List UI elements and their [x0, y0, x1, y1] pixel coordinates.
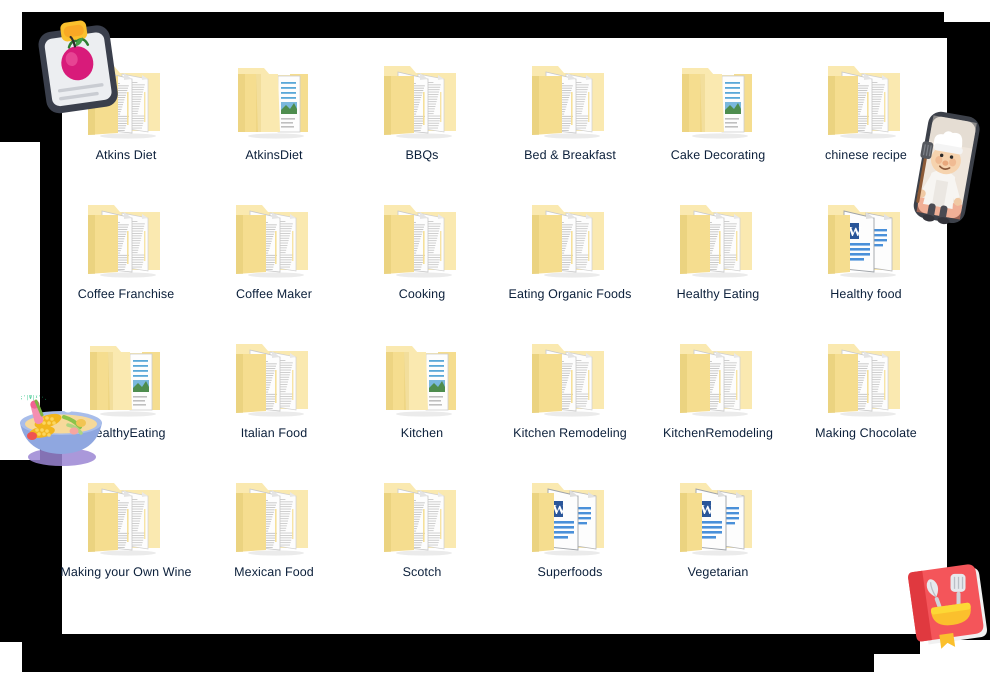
screenshot-stage: Atkins Diet AtkinsDiet — [0, 0, 999, 682]
folder-item[interactable]: Coffee Maker — [200, 183, 348, 323]
folder-papers-icon[interactable] — [818, 330, 914, 420]
folder-word-icon[interactable]: W — [522, 469, 618, 559]
folder-papers-icon[interactable] — [226, 191, 322, 281]
folder-label: KitchenRemodeling — [648, 426, 788, 441]
folder-label: Healthy Eating — [648, 287, 788, 302]
folder-label: Cooking — [352, 287, 492, 302]
folder-label: Scotch — [352, 565, 492, 580]
folder-label: Bed & Breakfast — [500, 148, 640, 163]
folder-item[interactable]: Italian Food — [200, 322, 348, 462]
folder-item[interactable]: Making your Own Wine — [52, 461, 200, 601]
folder-item[interactable]: Eating Organic Foods — [496, 183, 644, 323]
svg-text:W: W — [700, 503, 714, 518]
folder-preview-icon[interactable] — [374, 330, 470, 420]
folder-item[interactable]: Coffee Franchise — [52, 183, 200, 323]
folder-label: Coffee Maker — [204, 287, 344, 302]
folder-label: Atkins Diet — [56, 148, 196, 163]
chef-phone-sticker — [898, 105, 990, 237]
folder-item[interactable]: KitchenRemodeling — [644, 322, 792, 462]
folder-label: AtkinsDiet — [204, 148, 344, 163]
folder-item[interactable]: Kitchen Remodeling — [496, 322, 644, 462]
salad-bowl-sticker: ;'|Ψ|ˠ'·˛ — [8, 385, 112, 469]
folder-label: Mexican Food — [204, 565, 344, 580]
folder-label: Italian Food — [204, 426, 344, 441]
folder-papers-icon[interactable] — [78, 191, 174, 281]
folder-papers-icon[interactable] — [670, 330, 766, 420]
folder-papers-icon[interactable] — [226, 469, 322, 559]
clipboard-apple-sticker — [28, 16, 132, 120]
folder-papers-icon[interactable] — [374, 191, 470, 281]
folder-label: Kitchen Remodeling — [500, 426, 640, 441]
folder-item[interactable]: Cake Decorating — [644, 44, 792, 184]
folder-papers-icon[interactable] — [374, 469, 470, 559]
folder-item[interactable]: AtkinsDiet — [200, 44, 348, 184]
folder-label: Cake Decorating — [648, 148, 788, 163]
folder-label: BBQs — [352, 148, 492, 163]
folder-item[interactable]: Healthy Eating — [644, 183, 792, 323]
folder-label: Eating Organic Foods — [500, 287, 640, 302]
folder-item[interactable]: W Vegetarian — [644, 461, 792, 601]
folder-word-icon[interactable]: W — [670, 469, 766, 559]
folder-item[interactable]: Making Chocolate — [792, 322, 940, 462]
folder-papers-icon[interactable] — [522, 52, 618, 142]
folder-label: Healthy food — [796, 287, 936, 302]
folder-label: Vegetarian — [648, 565, 788, 580]
folder-papers-icon[interactable] — [522, 330, 618, 420]
folder-item[interactable]: Mexican Food — [200, 461, 348, 601]
folder-label: Making your Own Wine — [56, 565, 196, 580]
folder-papers-icon[interactable] — [670, 191, 766, 281]
svg-text:W: W — [552, 503, 566, 518]
folder-papers-icon[interactable] — [522, 191, 618, 281]
folder-papers-icon[interactable] — [374, 52, 470, 142]
frame-top-bar — [22, 12, 944, 40]
svg-text:W: W — [848, 225, 862, 240]
folder-label: Coffee Franchise — [56, 287, 196, 302]
folder-item[interactable]: BBQs — [348, 44, 496, 184]
folder-preview-icon[interactable] — [226, 52, 322, 142]
folder-label: Kitchen — [352, 426, 492, 441]
recipe-book-sticker — [905, 557, 997, 649]
folder-item[interactable]: Scotch — [348, 461, 496, 601]
folder-item[interactable]: Bed & Breakfast — [496, 44, 644, 184]
folder-grid: Atkins Diet AtkinsDiet — [62, 38, 947, 634]
folder-papers-icon[interactable] — [226, 330, 322, 420]
folder-item[interactable]: Kitchen — [348, 322, 496, 462]
folder-preview-icon[interactable] — [670, 52, 766, 142]
svg-text:;'|Ψ|ˠ'·˛: ;'|Ψ|ˠ'·˛ — [20, 395, 47, 401]
folder-label: Making Chocolate — [796, 426, 936, 441]
folder-item[interactable]: Cooking — [348, 183, 496, 323]
folder-item[interactable]: W Superfoods — [496, 461, 644, 601]
folder-label: Superfoods — [500, 565, 640, 580]
folder-papers-icon[interactable] — [78, 469, 174, 559]
